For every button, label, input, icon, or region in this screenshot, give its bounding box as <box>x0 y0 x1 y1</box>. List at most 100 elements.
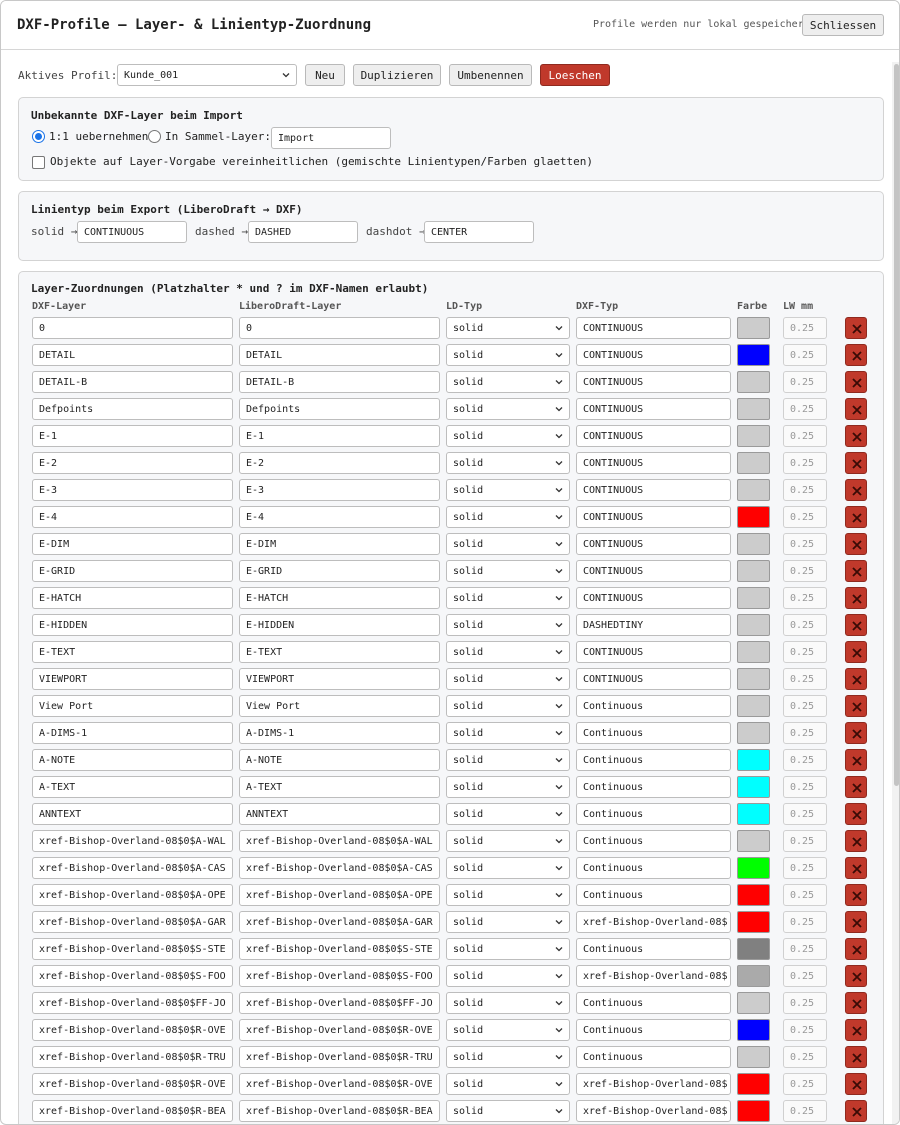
ld-type-select[interactable]: solid <box>446 830 570 852</box>
color-swatch[interactable] <box>737 722 770 744</box>
lineweight-input[interactable]: 0.25 <box>783 560 827 582</box>
ld-layer-input[interactable]: E-2 <box>239 452 440 474</box>
ld-layer-input[interactable]: View Port <box>239 695 440 717</box>
dxf-layer-input[interactable]: E-2 <box>32 452 233 474</box>
scrollbar-thumb[interactable] <box>894 64 899 786</box>
delete-row-button[interactable] <box>845 425 867 447</box>
dxf-type-input[interactable]: CONTINUOUS <box>576 479 731 501</box>
ld-type-select[interactable]: solid <box>446 749 570 771</box>
ld-layer-input[interactable]: xref-Bishop-Overland-08$0$A-WAL <box>239 830 440 852</box>
ld-layer-input[interactable]: xref-Bishop-Overland-08$0$S-FOO <box>239 965 440 987</box>
dxf-layer-input[interactable]: A-TEXT <box>32 776 233 798</box>
dxf-layer-input[interactable]: xref-Bishop-Overland-08$0$R-OVE <box>32 1019 233 1041</box>
delete-row-button[interactable] <box>845 398 867 420</box>
dxf-type-input[interactable]: CONTINUOUS <box>576 371 731 393</box>
duplicate-profile-button[interactable]: Duplizieren <box>353 64 441 86</box>
dxf-layer-input[interactable]: E-4 <box>32 506 233 528</box>
dxf-type-input[interactable]: Continuous <box>576 857 731 879</box>
ld-type-select[interactable]: solid <box>446 506 570 528</box>
delete-row-button[interactable] <box>845 722 867 744</box>
ld-layer-input[interactable]: A-NOTE <box>239 749 440 771</box>
lineweight-input[interactable]: 0.25 <box>783 1100 827 1122</box>
delete-row-button[interactable] <box>845 479 867 501</box>
color-swatch[interactable] <box>737 911 770 933</box>
lineweight-input[interactable]: 0.25 <box>783 965 827 987</box>
dxf-layer-input[interactable]: E-TEXT <box>32 641 233 663</box>
collect-layer-radio[interactable] <box>148 130 161 143</box>
ld-type-select[interactable]: solid <box>446 641 570 663</box>
delete-row-button[interactable] <box>845 560 867 582</box>
ld-layer-input[interactable]: A-TEXT <box>239 776 440 798</box>
ld-type-select[interactable]: solid <box>446 1073 570 1095</box>
dxf-type-input[interactable]: Continuous <box>576 722 731 744</box>
delete-row-button[interactable] <box>845 803 867 825</box>
ld-type-select[interactable]: solid <box>446 1046 570 1068</box>
ld-type-select[interactable]: solid <box>446 344 570 366</box>
lineweight-input[interactable]: 0.25 <box>783 911 827 933</box>
lineweight-input[interactable]: 0.25 <box>783 614 827 636</box>
dxf-type-input[interactable]: CONTINUOUS <box>576 533 731 555</box>
dxf-type-input[interactable]: xref-Bishop-Overland-08$ <box>576 1073 731 1095</box>
delete-row-button[interactable] <box>845 533 867 555</box>
color-swatch[interactable] <box>737 776 770 798</box>
dxf-layer-input[interactable]: E-3 <box>32 479 233 501</box>
ld-layer-input[interactable]: E-4 <box>239 506 440 528</box>
lineweight-input[interactable]: 0.25 <box>783 506 827 528</box>
ld-type-select[interactable]: solid <box>446 533 570 555</box>
dxf-type-input[interactable]: CONTINUOUS <box>576 587 731 609</box>
dxf-type-input[interactable]: CONTINUOUS <box>576 641 731 663</box>
dxf-type-input[interactable]: CONTINUOUS <box>576 344 731 366</box>
dxf-type-input[interactable]: Continuous <box>576 830 731 852</box>
dxf-layer-input[interactable]: xref-Bishop-Overland-08$0$S-STE <box>32 938 233 960</box>
dxf-type-input[interactable]: CONTINUOUS <box>576 506 731 528</box>
lineweight-input[interactable]: 0.25 <box>783 425 827 447</box>
delete-row-button[interactable] <box>845 992 867 1014</box>
delete-row-button[interactable] <box>845 317 867 339</box>
color-swatch[interactable] <box>737 371 770 393</box>
lineweight-input[interactable]: 0.25 <box>783 749 827 771</box>
color-swatch[interactable] <box>737 695 770 717</box>
color-swatch[interactable] <box>737 587 770 609</box>
color-swatch[interactable] <box>737 533 770 555</box>
ld-type-select[interactable]: solid <box>446 1019 570 1041</box>
dxf-type-input[interactable]: CONTINUOUS <box>576 317 731 339</box>
delete-row-button[interactable] <box>845 884 867 906</box>
lineweight-input[interactable]: 0.25 <box>783 587 827 609</box>
lineweight-input[interactable]: 0.25 <box>783 803 827 825</box>
ld-type-select[interactable]: solid <box>446 614 570 636</box>
dxf-type-input[interactable]: Continuous <box>576 776 731 798</box>
delete-row-button[interactable] <box>845 506 867 528</box>
ld-type-select[interactable]: solid <box>446 425 570 447</box>
dxf-layer-input[interactable]: A-NOTE <box>32 749 233 771</box>
color-swatch[interactable] <box>737 938 770 960</box>
ld-type-select[interactable]: solid <box>446 965 570 987</box>
ld-type-select[interactable]: solid <box>446 722 570 744</box>
color-swatch[interactable] <box>737 425 770 447</box>
dxf-layer-input[interactable]: xref-Bishop-Overland-08$0$R-TRU <box>32 1046 233 1068</box>
dxf-layer-input[interactable]: View Port <box>32 695 233 717</box>
dxf-type-input[interactable]: Continuous <box>576 749 731 771</box>
delete-row-button[interactable] <box>845 1100 867 1122</box>
delete-row-button[interactable] <box>845 371 867 393</box>
ld-type-select[interactable]: solid <box>446 587 570 609</box>
lineweight-input[interactable]: 0.25 <box>783 1073 827 1095</box>
ld-type-select[interactable]: solid <box>446 803 570 825</box>
delete-row-button[interactable] <box>845 857 867 879</box>
color-swatch[interactable] <box>737 668 770 690</box>
ld-type-select[interactable]: solid <box>446 479 570 501</box>
ld-layer-input[interactable]: xref-Bishop-Overland-08$0$A-CAS <box>239 857 440 879</box>
delete-row-button[interactable] <box>845 641 867 663</box>
ld-type-select[interactable]: solid <box>446 1100 570 1122</box>
dxf-type-input[interactable]: CONTINUOUS <box>576 560 731 582</box>
delete-row-button[interactable] <box>845 830 867 852</box>
lineweight-input[interactable]: 0.25 <box>783 1019 827 1041</box>
color-swatch[interactable] <box>737 560 770 582</box>
color-swatch[interactable] <box>737 506 770 528</box>
color-swatch[interactable] <box>737 1019 770 1041</box>
ld-layer-input[interactable]: E-1 <box>239 425 440 447</box>
dxf-type-input[interactable]: Continuous <box>576 992 731 1014</box>
dxf-layer-input[interactable]: xref-Bishop-Overland-08$0$R-OVE <box>32 1073 233 1095</box>
delete-row-button[interactable] <box>845 614 867 636</box>
ld-layer-input[interactable]: Defpoints <box>239 398 440 420</box>
ld-layer-input[interactable]: xref-Bishop-Overland-08$0$A-OPE <box>239 884 440 906</box>
